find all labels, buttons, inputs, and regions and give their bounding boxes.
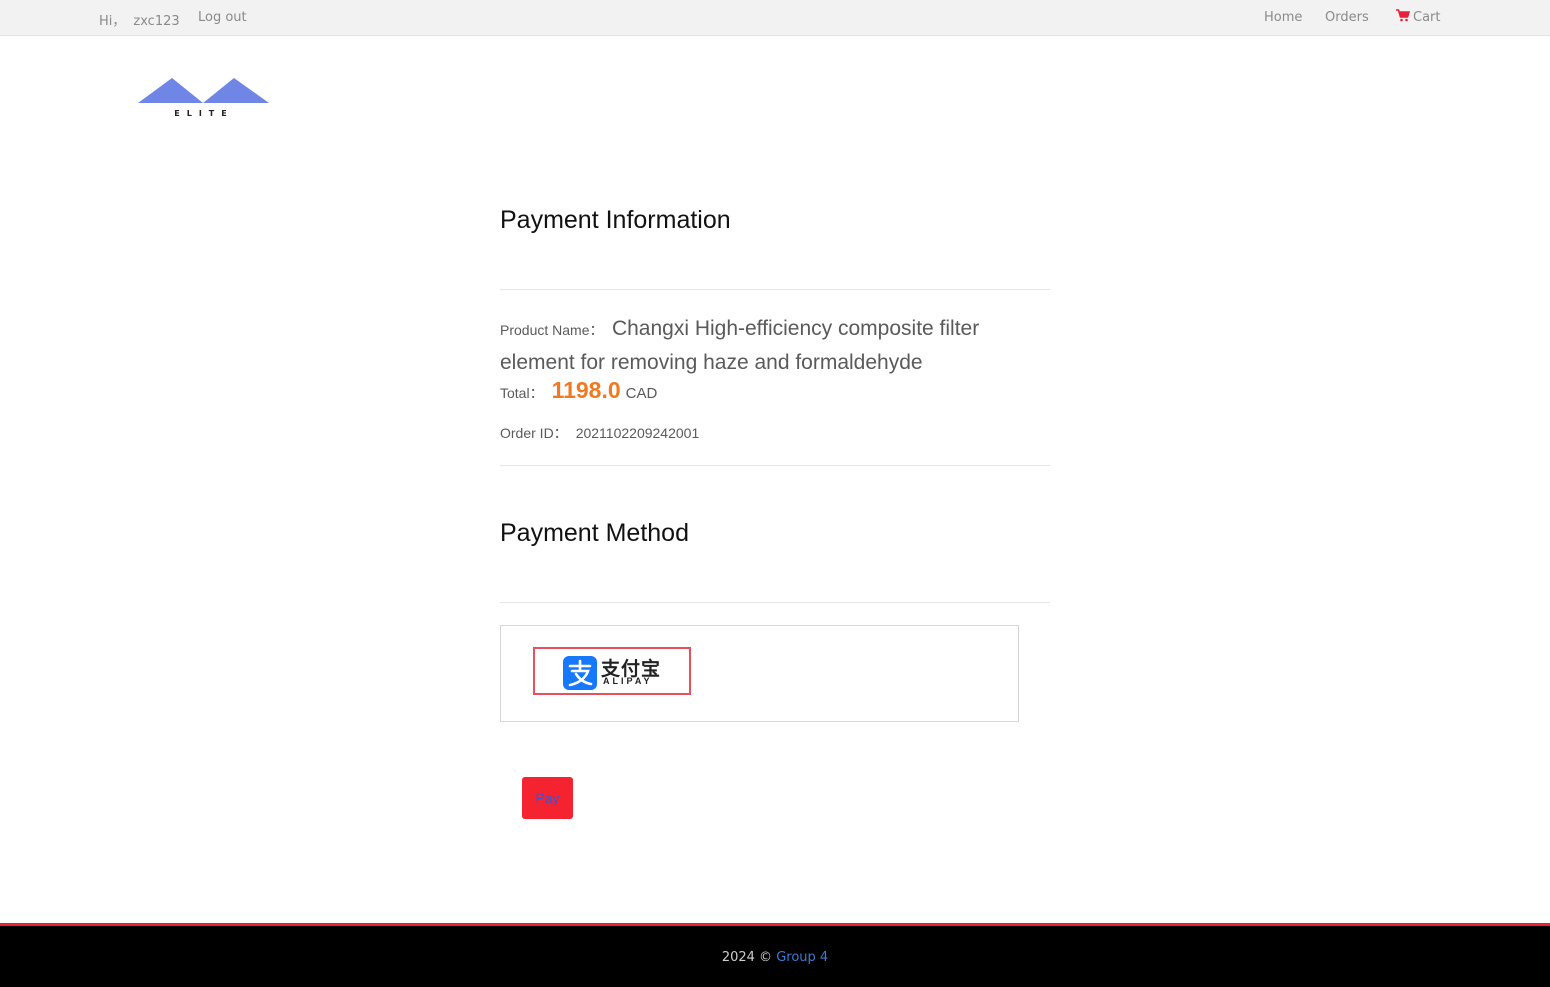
alipay-option[interactable]: 支付宝 ALIPAY [533,647,691,695]
total-row: Total： 1198.0 CAD [500,377,657,404]
product-info: Product Name： Changxi High-efficiency co… [500,313,1040,381]
username: zxc123 [133,14,180,29]
total-currency: CAD [625,385,658,402]
greeting-text: Hi， [99,14,126,29]
pay-button[interactable]: Pay [522,777,573,819]
divider [500,465,1050,466]
nav-home-link[interactable]: Home [1264,10,1302,25]
cart-label: Cart [1413,10,1441,25]
payment-method-box: 支付宝 ALIPAY [500,625,1019,722]
greeting: Hi， zxc123 [99,10,180,29]
logo-text: ELITE [174,109,233,118]
cart-icon [1396,9,1413,26]
logout-link[interactable]: Log out [198,10,247,25]
order-id-row: Order ID： 2021102209242001 [500,423,699,443]
footer: 2024 © Group 4 [0,923,1550,987]
nav-cart-link[interactable]: Cart [1396,9,1441,26]
payment-info-title: Payment Information [500,206,731,234]
total-label: Total： [500,385,544,401]
alipay-name-en: ALIPAY [603,676,653,686]
product-name-label: Product Name： [500,322,604,338]
copyright-text: 2024 © [721,950,777,965]
site-logo[interactable]: ELITE [137,76,271,118]
logo-wordmark: ELITE [174,109,233,118]
alipay-icon [563,656,597,695]
order-id-label: Order ID： [500,425,568,441]
footer-text: 2024 © Group 4 [0,950,1550,965]
top-bar: Hi， zxc123 Log out Home Orders Cart [0,0,1550,36]
payment-method-title: Payment Method [500,519,689,547]
total-amount: 1198.0 [551,377,621,403]
nav-orders-link[interactable]: Orders [1325,10,1369,25]
order-id-value: 2021102209242001 [575,425,700,441]
team-link[interactable]: Group 4 [776,950,828,965]
divider [500,289,1050,290]
divider [500,602,1050,603]
